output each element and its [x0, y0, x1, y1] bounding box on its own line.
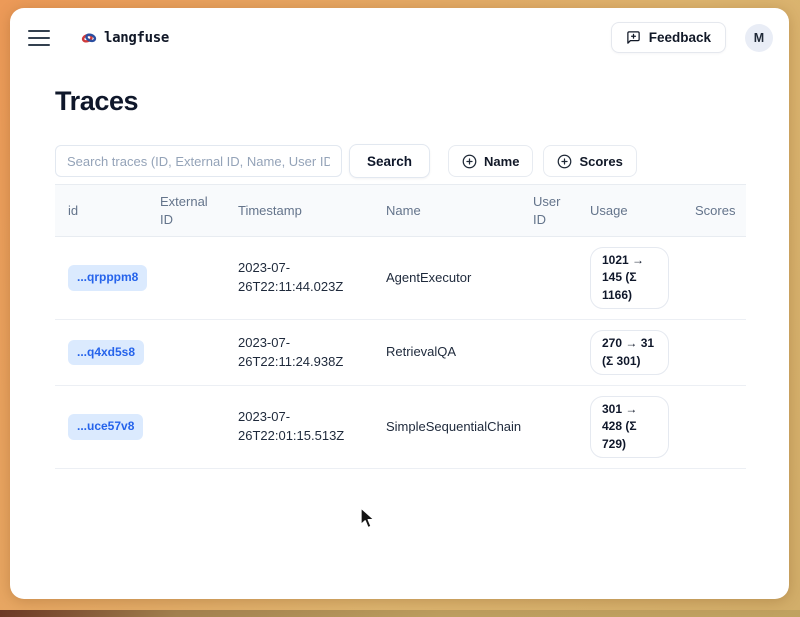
- filter-scores-label: Scores: [579, 154, 622, 169]
- brand-logo[interactable]: langfuse: [81, 30, 169, 46]
- search-button[interactable]: Search: [349, 144, 430, 178]
- user-avatar[interactable]: M: [745, 24, 773, 52]
- avatar-initial: M: [754, 31, 764, 45]
- column-header-name: Name: [373, 185, 520, 237]
- cell-usage: 301 → 428 (Σ 729): [577, 386, 682, 469]
- feedback-label: Feedback: [649, 30, 711, 45]
- column-header-user-id: User ID: [520, 185, 577, 237]
- cell-id: ...uce57v8: [55, 386, 147, 469]
- traces-table: id External ID Timestamp Name User ID Us…: [55, 184, 746, 469]
- cell-id: ...qrpppm8: [55, 237, 147, 320]
- cell-external-id: [147, 386, 225, 469]
- table-header-row: id External ID Timestamp Name User ID Us…: [55, 185, 746, 237]
- cell-usage: 270 → 31 (Σ 301): [577, 320, 682, 386]
- column-header-external-id: External ID: [147, 185, 225, 237]
- filter-name-button[interactable]: Name: [448, 145, 533, 177]
- cell-user-id: [520, 320, 577, 386]
- usage-badge: 1021 → 145 (Σ 1166): [590, 247, 669, 309]
- cell-name: AgentExecutor: [373, 237, 520, 320]
- langfuse-knot-icon: [81, 30, 97, 46]
- table-row[interactable]: ...qrpppm8 2023-07-26T22:11:44.023Z Agen…: [55, 237, 746, 320]
- cell-user-id: [520, 237, 577, 320]
- cell-scores: [682, 237, 746, 320]
- cell-timestamp: 2023-07-26T22:11:24.938Z: [225, 320, 373, 386]
- search-input[interactable]: [55, 145, 342, 177]
- column-header-timestamp: Timestamp: [225, 185, 373, 237]
- cell-timestamp: 2023-07-26T22:01:15.513Z: [225, 386, 373, 469]
- app-window: langfuse Feedback M Traces Search Name: [10, 8, 789, 599]
- column-header-scores: Scores: [682, 185, 746, 237]
- trace-id-link[interactable]: ...q4xd5s8: [68, 340, 144, 365]
- cell-timestamp: 2023-07-26T22:11:44.023Z: [225, 237, 373, 320]
- table-row[interactable]: ...q4xd5s8 2023-07-26T22:11:24.938Z Retr…: [55, 320, 746, 386]
- cell-scores: [682, 386, 746, 469]
- filter-name-label: Name: [484, 154, 519, 169]
- cell-external-id: [147, 320, 225, 386]
- message-square-plus-icon: [626, 30, 641, 45]
- cell-id: ...q4xd5s8: [55, 320, 147, 386]
- usage-badge: 270 → 31 (Σ 301): [590, 330, 669, 375]
- table-row[interactable]: ...uce57v8 2023-07-26T22:01:15.513Z Simp…: [55, 386, 746, 469]
- page-title: Traces: [55, 86, 745, 117]
- background-frame-strip: [0, 610, 800, 617]
- brand-wordmark: langfuse: [104, 30, 169, 46]
- column-header-id: id: [55, 185, 147, 237]
- main-content: Traces Search Name Scores: [10, 86, 789, 469]
- trace-id-link[interactable]: ...uce57v8: [68, 414, 143, 439]
- filter-scores-button[interactable]: Scores: [543, 145, 636, 177]
- cell-scores: [682, 320, 746, 386]
- cell-usage: 1021 → 145 (Σ 1166): [577, 237, 682, 320]
- cell-user-id: [520, 386, 577, 469]
- plus-circle-icon: [557, 154, 572, 169]
- plus-circle-icon: [462, 154, 477, 169]
- cell-name: SimpleSequentialChain: [373, 386, 520, 469]
- menu-hamburger-icon[interactable]: [28, 30, 50, 46]
- column-header-usage: Usage: [577, 185, 682, 237]
- traces-toolbar: Search Name Scores: [55, 144, 745, 178]
- trace-id-link[interactable]: ...qrpppm8: [68, 265, 147, 290]
- usage-badge: 301 → 428 (Σ 729): [590, 396, 669, 458]
- top-nav: langfuse Feedback M: [10, 8, 789, 60]
- feedback-button[interactable]: Feedback: [611, 22, 726, 53]
- cell-external-id: [147, 237, 225, 320]
- cell-name: RetrievalQA: [373, 320, 520, 386]
